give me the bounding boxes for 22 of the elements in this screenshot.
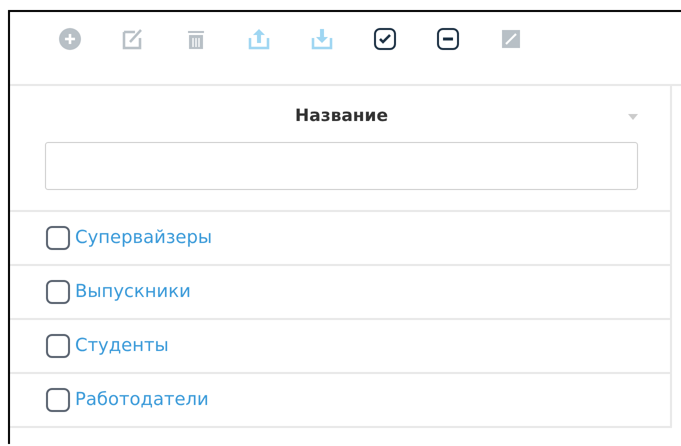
checked-box-button[interactable]: [372, 26, 398, 52]
row-checkbox[interactable]: [46, 226, 70, 250]
row-checkbox[interactable]: [46, 334, 70, 358]
row-checkbox[interactable]: [46, 388, 70, 412]
sort-caret-icon[interactable]: [628, 114, 638, 120]
edit-icon: [121, 27, 145, 51]
column-title[interactable]: Название: [295, 104, 388, 130]
checked-box-icon: [373, 27, 397, 51]
row-link[interactable]: Выпускники: [75, 278, 191, 305]
download-icon: [310, 27, 334, 51]
square-icon: [499, 27, 523, 51]
upload-icon: [247, 27, 271, 51]
filter-field[interactable]: [45, 142, 638, 190]
add-icon: [58, 27, 82, 51]
minus-box-button[interactable]: [435, 26, 461, 52]
row-link[interactable]: Студенты: [75, 332, 169, 359]
row-link[interactable]: Супервайзеры: [75, 224, 212, 251]
row-checkbox[interactable]: [46, 280, 70, 304]
row-link[interactable]: Работодатели: [75, 386, 209, 413]
download-button[interactable]: [309, 26, 335, 52]
upload-button[interactable]: [246, 26, 272, 52]
minus-box-icon: [436, 27, 460, 51]
